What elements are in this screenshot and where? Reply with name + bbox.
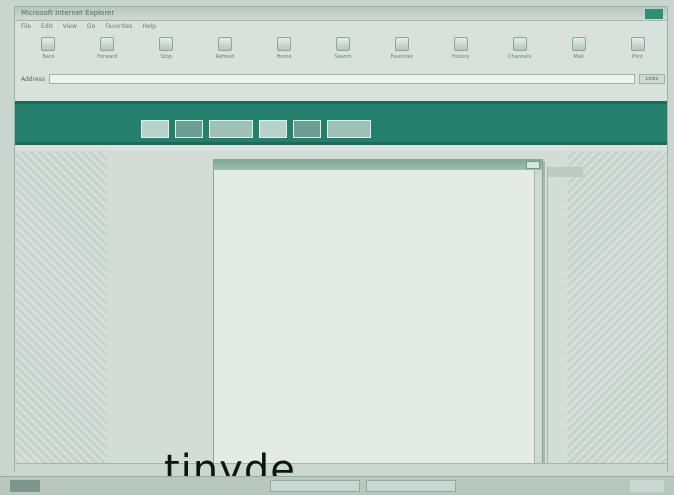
home-button[interactable]: Home [262, 35, 306, 71]
browser-logo-icon [645, 9, 663, 19]
refresh-button[interactable]: Refresh [203, 35, 247, 71]
text-line [226, 338, 526, 345]
left-navigation [115, 159, 205, 166]
back-arrow-icon [41, 37, 56, 51]
title-bar: Microsoft Internet Explorer [15, 7, 667, 21]
nav-tile[interactable] [327, 120, 371, 138]
site-banner [15, 101, 667, 145]
nav-tile[interactable] [259, 120, 287, 138]
mail-icon [571, 37, 586, 51]
system-tray [630, 480, 664, 492]
popup-window [213, 159, 543, 469]
decorative-pattern-left [15, 151, 107, 469]
text-line [226, 366, 526, 373]
window-title: Microsoft Internet Explorer [21, 9, 115, 17]
mail-button[interactable]: Mail [557, 35, 601, 71]
stop-button[interactable]: Stop [144, 35, 188, 71]
links-button[interactable]: Links [639, 74, 665, 84]
menu-view[interactable]: View [63, 21, 77, 33]
text-line [226, 222, 526, 229]
right-column-header [548, 167, 583, 177]
stop-icon [159, 37, 174, 51]
start-button[interactable] [10, 480, 40, 492]
history-button[interactable]: History [439, 35, 483, 71]
text-line [226, 380, 526, 387]
home-icon [277, 37, 292, 51]
close-button[interactable] [526, 161, 540, 169]
back-button[interactable]: Back [26, 35, 70, 71]
popup-body [226, 178, 526, 436]
popup-title-bar [214, 160, 542, 170]
forward-button[interactable]: Forward [85, 35, 129, 71]
menu-edit[interactable]: Edit [41, 21, 53, 33]
page-content [15, 151, 667, 469]
taskbar [0, 476, 674, 495]
menu-file[interactable]: File [21, 21, 31, 33]
nav-tile[interactable] [293, 120, 321, 138]
search-icon [335, 37, 350, 51]
links-bar [21, 87, 665, 97]
favorites-button[interactable]: Favorites [380, 35, 424, 71]
taskbar-item[interactable] [366, 480, 456, 492]
history-icon [453, 37, 468, 51]
menu-bar: File Edit View Go Favorites Help [15, 21, 667, 33]
address-input[interactable] [48, 74, 635, 84]
text-line [226, 408, 526, 415]
forward-arrow-icon [100, 37, 115, 51]
nav-tile[interactable] [175, 120, 203, 138]
menu-favorites[interactable]: Favorites [105, 21, 132, 33]
taskbar-item[interactable] [270, 480, 360, 492]
channels-icon [512, 37, 527, 51]
menu-go[interactable]: Go [87, 21, 95, 33]
favorites-icon [394, 37, 409, 51]
address-label: Address [21, 75, 45, 83]
banner-nav [135, 120, 371, 138]
nav-tile[interactable] [141, 120, 169, 138]
address-bar: Address Links [21, 73, 665, 85]
text-line [226, 352, 526, 359]
nav-tile[interactable] [209, 120, 253, 138]
text-line [226, 280, 526, 287]
print-button[interactable]: Print [616, 35, 660, 71]
toolbar: Back Forward Stop Refresh Home Search Fa… [19, 35, 667, 71]
right-column [547, 167, 583, 467]
text-line [226, 422, 526, 429]
text-line [226, 394, 526, 401]
refresh-icon [218, 37, 233, 51]
browser-window: Microsoft Internet Explorer File Edit Vi… [14, 6, 668, 473]
search-button[interactable]: Search [321, 35, 365, 71]
text-line [226, 294, 526, 301]
print-icon [630, 37, 645, 51]
text-line [226, 208, 526, 215]
menu-help[interactable]: Help [142, 21, 156, 33]
channels-button[interactable]: Channels [498, 35, 542, 71]
text-line [226, 236, 526, 243]
status-bar [15, 463, 667, 473]
vertical-scrollbar[interactable] [534, 170, 542, 468]
